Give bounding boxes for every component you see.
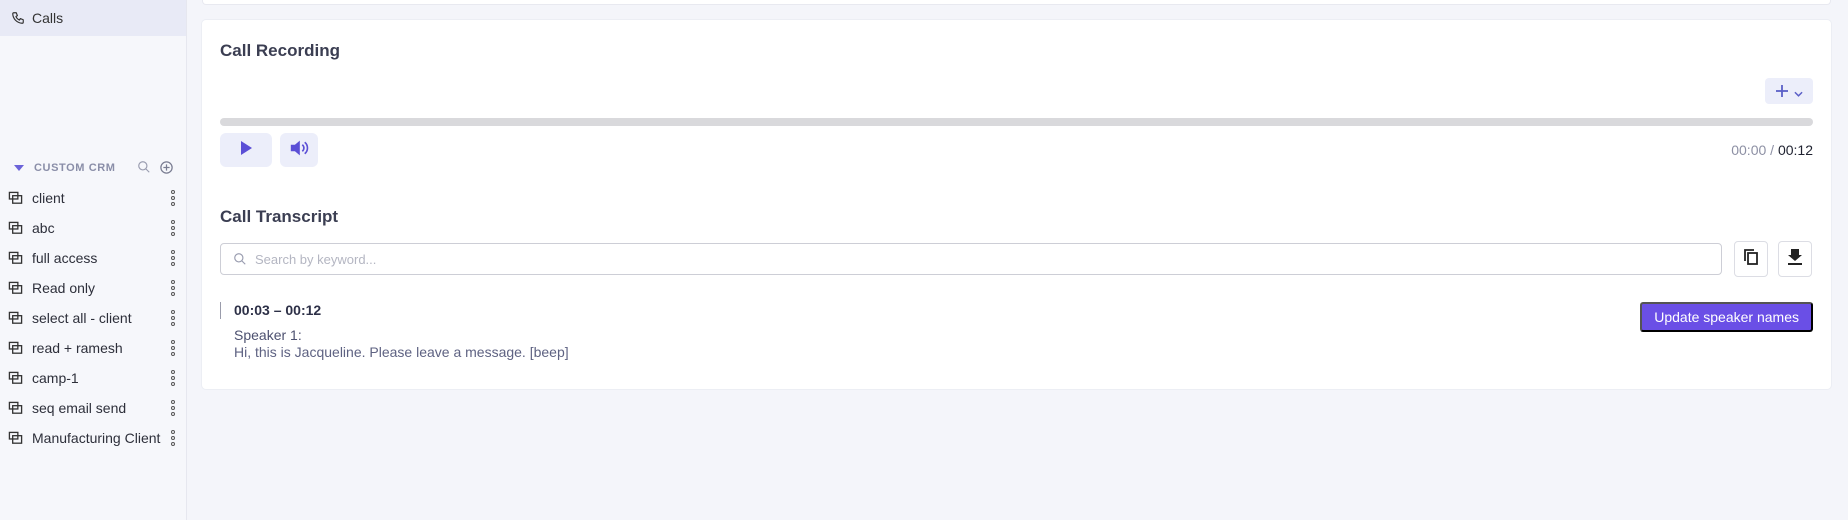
crm-item-label: abc (32, 220, 55, 236)
stack-icon (8, 400, 24, 416)
crm-item-label: Read only (32, 280, 96, 296)
call-transcript-title: Call Transcript (220, 207, 339, 226)
sidebar: Calls CUSTOM CRM client abc full access (0, 0, 187, 520)
crm-item-label: client (32, 190, 65, 206)
custom-crm-header[interactable]: CUSTOM CRM (14, 158, 174, 178)
more-options-icon[interactable] (170, 280, 176, 296)
copy-transcript-button[interactable] (1734, 241, 1768, 277)
crm-item[interactable]: full access (0, 243, 186, 273)
stack-icon (8, 250, 24, 266)
crm-item[interactable]: seq email send (0, 393, 186, 423)
stack-icon (8, 190, 24, 206)
more-options-icon[interactable] (170, 220, 176, 236)
previous-card-edge (202, 0, 1831, 5)
crm-item[interactable]: read + ramesh (0, 333, 186, 363)
transcript-search-input[interactable] (255, 251, 1721, 267)
playback-time: 00:00 / 00:12 (1731, 142, 1813, 158)
crm-item-label: seq email send (32, 400, 127, 416)
stack-icon (8, 310, 24, 326)
segment-time-range: 00:03 – 00:12 (234, 302, 322, 318)
sidebar-item-calls[interactable]: Calls (0, 0, 186, 36)
call-recording-card: Call Recording 00:00 / 00:12 Call Transc… (202, 20, 1831, 389)
audio-progress-bar[interactable] (220, 118, 1813, 126)
update-speaker-names-button[interactable]: Update speaker names (1640, 302, 1813, 332)
more-options-icon[interactable] (170, 400, 176, 416)
add-circle-icon[interactable] (159, 160, 174, 178)
crm-item-label: camp-1 (32, 370, 79, 386)
crm-item-label: select all - client (32, 310, 132, 326)
custom-crm-list: client abc full access Read only select … (0, 183, 186, 453)
play-button[interactable] (220, 133, 272, 167)
sidebar-item-label: Calls (32, 10, 64, 26)
download-transcript-button[interactable] (1778, 241, 1812, 277)
crm-item-label: read + ramesh (32, 340, 123, 356)
more-options-icon[interactable] (170, 310, 176, 326)
chevron-down-icon (1793, 81, 1803, 102)
add-dropdown-button[interactable] (1765, 78, 1813, 104)
stack-icon (8, 340, 24, 356)
copy-icon (1743, 248, 1759, 271)
segment-marker (220, 302, 221, 319)
caret-down-icon[interactable] (14, 165, 24, 171)
crm-item[interactable]: camp-1 (0, 363, 186, 393)
more-options-icon[interactable] (170, 430, 176, 446)
stack-icon (8, 220, 24, 236)
duration: 00:12 (1777, 142, 1813, 158)
segment-text: Hi, this is Jacqueline. Please leave a m… (234, 344, 569, 360)
crm-item-label: Manufacturing Client (32, 430, 161, 446)
transcript-search (220, 243, 1722, 275)
transcript-segment: 00:03 – 00:12 Speaker 1: Hi, this is Jac… (220, 300, 1813, 380)
time-separator: / (1766, 142, 1778, 158)
plus-icon (1775, 81, 1788, 102)
search-icon (233, 251, 249, 267)
crm-item[interactable]: select all - client (0, 303, 186, 333)
crm-item[interactable]: client (0, 183, 186, 213)
stack-icon (8, 370, 24, 386)
more-options-icon[interactable] (170, 250, 176, 266)
call-recording-title: Call Recording (220, 41, 340, 60)
stack-icon (8, 430, 24, 446)
more-options-icon[interactable] (170, 370, 176, 386)
download-icon (1787, 248, 1803, 271)
volume-icon (289, 139, 309, 162)
play-icon (240, 140, 252, 160)
crm-item-label: full access (32, 250, 98, 266)
more-options-icon[interactable] (170, 190, 176, 206)
current-time: 00:00 (1731, 142, 1767, 158)
more-options-icon[interactable] (170, 340, 176, 356)
crm-item[interactable]: abc (0, 213, 186, 243)
segment-speaker: Speaker 1: (234, 327, 302, 343)
crm-item[interactable]: Read only (0, 273, 186, 303)
search-icon[interactable] (137, 160, 151, 178)
crm-item[interactable]: Manufacturing Client (0, 423, 186, 453)
stack-icon (8, 280, 24, 296)
phone-icon (10, 10, 26, 26)
custom-crm-label: CUSTOM CRM (34, 162, 116, 174)
volume-button[interactable] (280, 133, 318, 167)
